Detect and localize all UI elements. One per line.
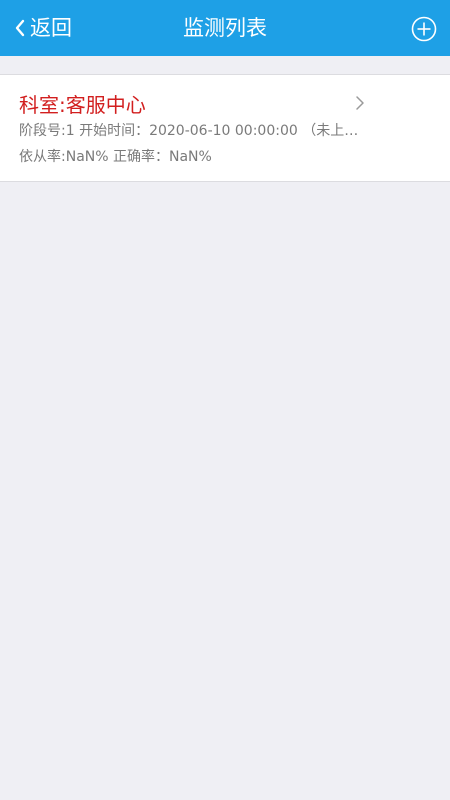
add-button[interactable] (411, 16, 437, 42)
item-stage-info: 阶段号:1 开始时间：2020-06-10 00:00:00 （未上传数据） (19, 123, 369, 139)
item-department-title: 科室:客服中心 (19, 93, 146, 117)
item-rate-info: 依从率:NaN% 正确率：NaN% (19, 149, 212, 165)
chevron-right-icon (354, 95, 366, 111)
list-item[interactable]: 科室:客服中心 阶段号:1 开始时间：2020-06-10 00:00:00 （… (0, 75, 450, 181)
back-label: 返回 (30, 16, 72, 40)
back-button[interactable]: 返回 (14, 0, 72, 56)
chevron-left-icon (14, 19, 26, 37)
monitor-list: 科室:客服中心 阶段号:1 开始时间：2020-06-10 00:00:00 （… (0, 74, 450, 182)
plus-circle-icon (411, 16, 437, 46)
nav-bar: 返回 监测列表 (0, 0, 450, 56)
